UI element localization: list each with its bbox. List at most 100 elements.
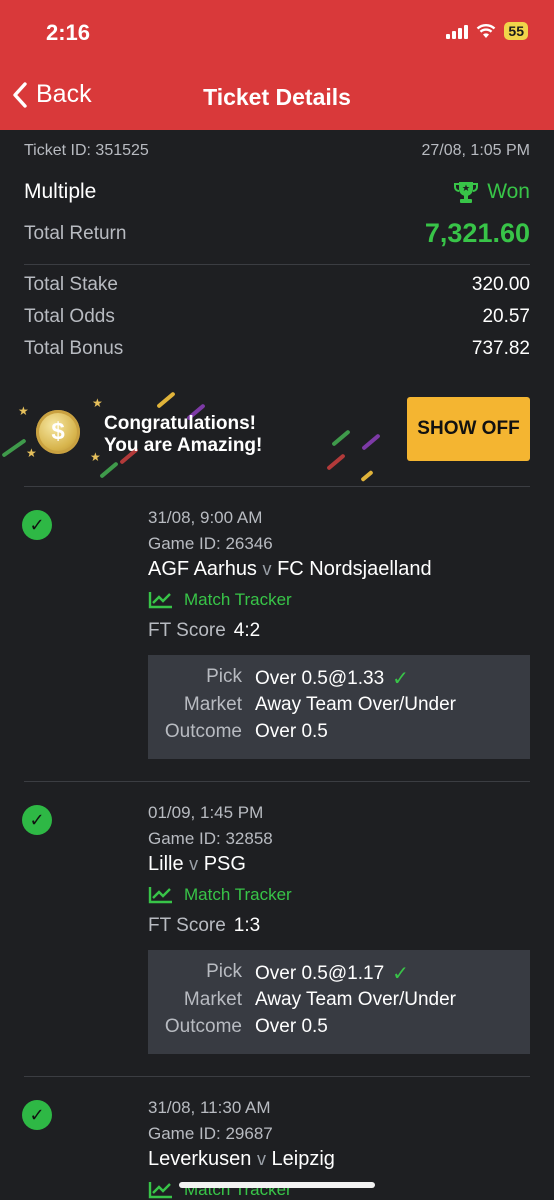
congrats-text: Congratulations! You are Amazing!: [104, 413, 262, 457]
outcome-label: Outcome: [164, 1016, 242, 1037]
market-row: Market Away Team Over/Under: [148, 694, 530, 720]
total-return-label: Total Return: [24, 222, 127, 244]
versus-label: v: [262, 559, 272, 579]
confetti-streak: [99, 461, 119, 479]
leg-teams: AGF Aarhus v FC Nordsjaelland: [148, 558, 432, 581]
pick-details: Pick Over 0.5@1.17 ✓ Market Away Team Ove…: [148, 950, 530, 1054]
chart-line-icon: [148, 1182, 172, 1199]
leg-game-id: Game ID: 29687: [148, 1124, 273, 1143]
chart-line-icon: [148, 592, 172, 609]
outcome-value: Over 0.5: [255, 1016, 328, 1037]
ft-score: FT Score 4:2: [148, 620, 260, 642]
away-team: Leipzig: [271, 1148, 335, 1170]
home-team: Leverkusen: [148, 1148, 252, 1170]
match-tracker-label: Match Tracker: [184, 590, 292, 609]
total-odds-value: 20.57: [482, 306, 530, 327]
ticket-datetime: 27/08, 1:05 PM: [421, 142, 530, 159]
ft-score-label: FT Score: [148, 915, 226, 936]
chart-line-icon: [148, 887, 172, 904]
leg-game-id: Game ID: 26346: [148, 534, 273, 553]
total-bonus-value: 737.82: [471, 338, 530, 359]
total-return-value: 7,321.60: [424, 218, 530, 248]
status-text: Won: [487, 180, 530, 203]
pick-row: Pick Over 0.5@1.33 ✓: [148, 666, 530, 692]
total-bonus-row: Total Bonus 737.82: [24, 338, 530, 360]
ft-score-label: FT Score: [148, 620, 226, 641]
versus-label: v: [189, 854, 199, 874]
pick-value: Over 0.5@1.17 ✓: [255, 961, 409, 986]
market-row: Market Away Team Over/Under: [148, 989, 530, 1015]
signal-icon: [446, 23, 469, 39]
market-label: Market: [183, 989, 242, 1010]
sparkle-icon: ★: [18, 404, 29, 418]
market-value: Away Team Over/Under: [255, 694, 456, 715]
versus-label: v: [256, 1149, 266, 1169]
away-team: FC Nordsjaelland: [277, 558, 432, 580]
confetti-streak: [1, 438, 27, 458]
trophy-icon: [454, 182, 479, 203]
status-time: 2:16: [46, 20, 91, 45]
total-odds-label: Total Odds: [24, 306, 115, 327]
wifi-icon: [477, 24, 496, 38]
confetti-streak: [156, 391, 176, 409]
match-tracker-link[interactable]: Match Tracker: [148, 590, 292, 610]
confetti-streak: [326, 453, 346, 471]
ticket-id: Ticket ID: 351525: [24, 142, 149, 159]
page-title: Ticket Details: [203, 84, 351, 110]
congrats-line-2: You are Amazing!: [104, 435, 263, 456]
status-icons: 55: [446, 22, 528, 40]
total-stake-value: 320.00: [471, 274, 530, 295]
away-team: PSG: [203, 853, 246, 875]
check-circle-icon: ✓: [22, 805, 52, 835]
bet-leg: ✓ 01/09, 1:45 PM Game ID: 32858 Lille v …: [0, 781, 554, 1077]
ticket-type: Multiple: [24, 180, 97, 203]
outcome-label: Outcome: [164, 721, 242, 742]
status-badge: Won: [453, 180, 530, 204]
pick-label: Pick: [206, 666, 242, 687]
check-circle-icon: ✓: [22, 510, 52, 540]
total-odds-row: Total Odds 20.57: [24, 306, 530, 328]
ft-score-value: 1:3: [233, 915, 261, 936]
coin-icon: $: [36, 410, 80, 454]
leg-date: 01/09, 1:45 PM: [148, 803, 264, 822]
home-indicator[interactable]: [179, 1182, 375, 1188]
congrats-banner: ★ ★ ★ ★ $ Congratulations! You are Amazi…: [0, 388, 554, 486]
ticket-type-row: Multiple Won: [24, 180, 530, 204]
pick-label: Pick: [206, 961, 242, 982]
leg-date: 31/08, 9:00 AM: [148, 508, 263, 527]
match-tracker-label: Match Tracker: [184, 885, 292, 904]
bet-leg: ✓ 31/08, 9:00 AM Game ID: 26346 AGF Aarh…: [0, 486, 554, 782]
congrats-line-1: Congratulations!: [104, 413, 256, 434]
check-icon: ✓: [392, 668, 409, 690]
pick-value: Over 0.5@1.33 ✓: [255, 666, 409, 691]
market-label: Market: [183, 694, 242, 715]
show-off-button[interactable]: SHOW OFF: [407, 397, 530, 461]
pick-text: Over 0.5@1.17: [255, 962, 385, 984]
pick-row: Pick Over 0.5@1.17 ✓: [148, 961, 530, 987]
ticket-meta-row: Ticket ID: 351525 27/08, 1:05 PM: [24, 142, 530, 160]
ft-score: FT Score 1:3: [148, 915, 260, 937]
leg-game-id: Game ID: 32858: [148, 829, 273, 848]
confetti-streak: [361, 433, 381, 451]
market-value: Away Team Over/Under: [255, 989, 456, 1010]
battery-indicator: 55: [504, 22, 528, 40]
total-return-row: Total Return 7,321.60: [24, 218, 530, 249]
match-tracker-link[interactable]: Match Tracker: [148, 885, 292, 905]
total-stake-row: Total Stake 320.00: [24, 274, 530, 296]
leg-date: 31/08, 11:30 AM: [148, 1098, 271, 1117]
outcome-row: Outcome Over 0.5: [148, 1016, 530, 1042]
outcome-value: Over 0.5: [255, 721, 328, 742]
home-team: Lille: [148, 853, 184, 875]
ft-score-value: 4:2: [233, 620, 261, 641]
check-icon: ✓: [392, 963, 409, 985]
divider: [24, 264, 530, 265]
sparkle-icon: ★: [90, 450, 101, 464]
leg-teams: Lille v PSG: [148, 853, 246, 876]
sparkle-icon: ★: [26, 446, 37, 460]
confetti-streak: [360, 469, 374, 483]
total-stake-label: Total Stake: [24, 274, 118, 295]
total-bonus-label: Total Bonus: [24, 338, 124, 359]
pick-text: Over 0.5@1.33: [255, 667, 385, 689]
pick-details: Pick Over 0.5@1.33 ✓ Market Away Team Ove…: [148, 655, 530, 759]
home-team: AGF Aarhus: [148, 558, 257, 580]
